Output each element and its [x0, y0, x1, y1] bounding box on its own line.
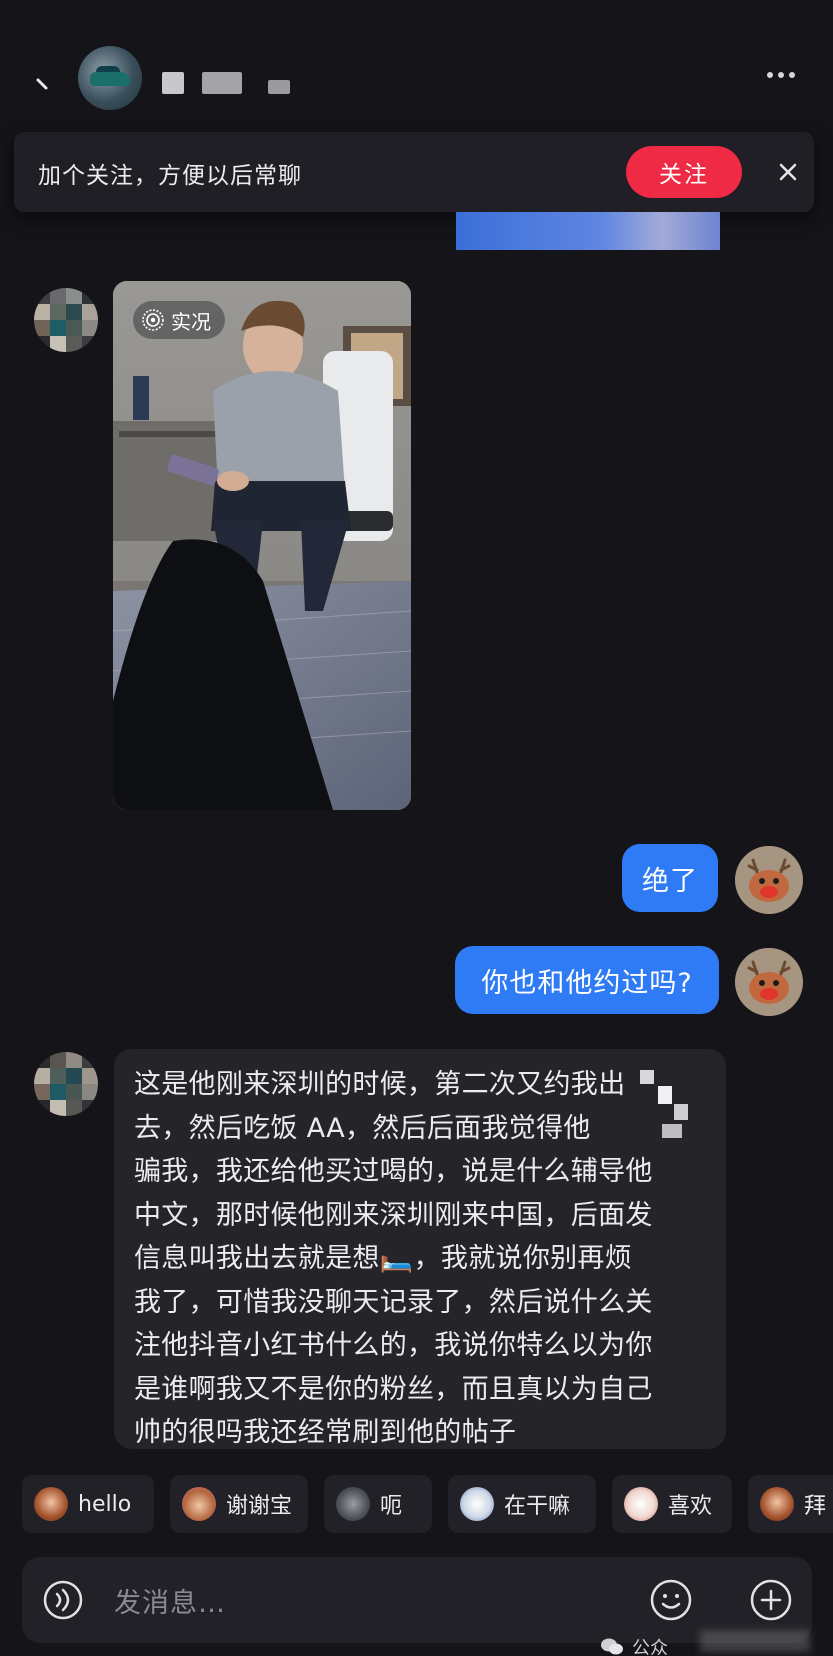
live-photo-message[interactable]: 实况	[113, 281, 411, 810]
bunny-emoji-icon	[624, 1487, 658, 1521]
quick-reply-bar: hello 谢谢宝 呃 在干嘛 喜欢 拜	[22, 1475, 833, 1535]
live-photo-label: 实况	[171, 309, 211, 334]
quick-reply-chip[interactable]: 谢谢宝	[170, 1475, 308, 1533]
message-input[interactable]: 发消息…	[114, 1581, 226, 1620]
reindeer-avatar-icon	[735, 846, 803, 914]
more-options-icon[interactable]	[767, 72, 795, 78]
monkey-emoji-icon	[34, 1487, 68, 1521]
emoji-icon[interactable]	[648, 1577, 694, 1623]
follow-button[interactable]: 关注	[626, 146, 742, 198]
redaction-mosaic	[640, 1064, 692, 1144]
quick-reply-chip[interactable]: 拜	[748, 1475, 833, 1533]
follow-banner: 加个关注，方便以后常聊 关注	[14, 132, 814, 212]
photo-content	[113, 281, 411, 810]
peek-emoji-icon	[460, 1487, 494, 1521]
live-photo-badge: 实况	[133, 301, 225, 339]
quick-reply-chip[interactable]: 呃	[324, 1475, 432, 1533]
quick-reply-chip[interactable]: 在干嘛	[448, 1475, 596, 1533]
cat-emoji-icon	[336, 1487, 370, 1521]
other-user-avatar[interactable]	[34, 1052, 98, 1116]
quick-reply-chip[interactable]: 喜欢	[612, 1475, 732, 1533]
message-text: 绝了	[642, 865, 698, 897]
contact-name-redacted	[162, 72, 184, 94]
quick-reply-chip[interactable]: hello	[22, 1475, 154, 1533]
chat-header	[0, 0, 833, 130]
watermark-redaction	[700, 1630, 810, 1652]
self-avatar[interactable]	[735, 948, 803, 1016]
self-message-bubble[interactable]: 你也和他约过吗?	[455, 946, 719, 1014]
watermark-text: 公众	[632, 1638, 668, 1656]
chat-screen: 加个关注，方便以后常聊 关注 实况 绝了 你也和他约过吗? 这是他刚来深圳的时候…	[0, 0, 833, 1656]
contact-avatar[interactable]	[78, 46, 142, 110]
message-text: 你也和他约过吗?	[481, 967, 693, 999]
other-user-avatar[interactable]	[34, 288, 98, 352]
monkey-cover-emoji-icon	[760, 1487, 794, 1521]
watermark: 公众	[600, 1634, 668, 1656]
other-message-bubble[interactable]: 这是他刚来深圳的时候，第二次又约我出 去，然后吃饭 AA，然后后面我觉得他 骗我…	[114, 1049, 726, 1449]
contact-name-redacted	[268, 80, 290, 94]
live-photo-icon	[142, 309, 164, 331]
follow-banner-text: 加个关注，方便以后常聊	[38, 163, 302, 189]
previous-image-message[interactable]	[456, 212, 720, 250]
self-avatar[interactable]	[735, 846, 803, 914]
self-message-bubble[interactable]: 绝了	[622, 844, 718, 912]
message-input-bar: 发消息…	[22, 1557, 812, 1643]
close-icon[interactable]	[774, 158, 802, 186]
reindeer-avatar-icon	[735, 948, 803, 1016]
voice-input-icon[interactable]	[42, 1579, 84, 1621]
wechat-icon	[601, 1638, 623, 1655]
message-text: 这是他刚来深圳的时候，第二次又约我出 去，然后吃饭 AA，然后后面我觉得他 骗我…	[134, 1069, 653, 1448]
back-icon[interactable]	[34, 74, 54, 94]
monkey-flower-emoji-icon	[182, 1487, 216, 1521]
contact-name-redacted	[202, 72, 242, 94]
plus-icon[interactable]	[748, 1577, 794, 1623]
